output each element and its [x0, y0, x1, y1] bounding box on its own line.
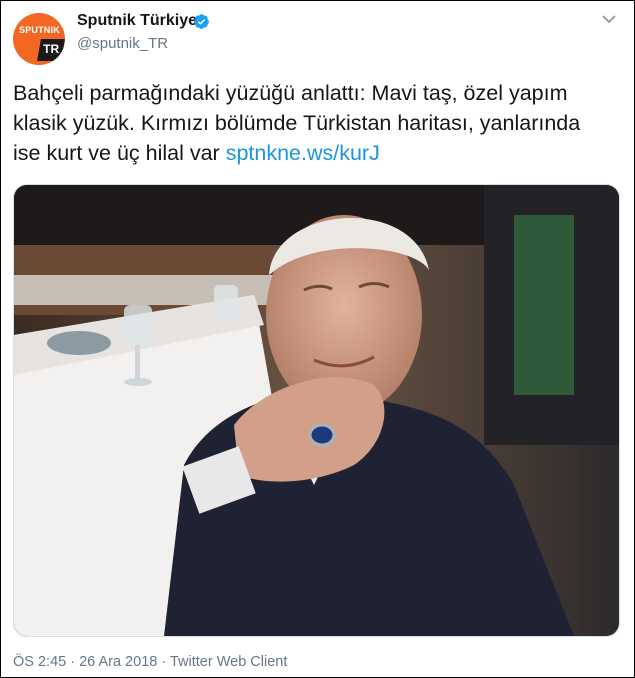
tweet-photo[interactable]: [13, 184, 620, 637]
tweet-client-link[interactable]: Twitter Web Client: [170, 654, 287, 670]
avatar-badge-text: TR: [43, 42, 60, 56]
tweet-meta: ÖS 2:45 · 26 Ara 2018 · Twitter Web Clie…: [13, 654, 287, 670]
avatar-badge: TR: [37, 39, 65, 61]
verified-badge-icon: [194, 14, 209, 29]
meta-separator: ·: [70, 654, 76, 670]
avatar[interactable]: SPUTNIK TR: [13, 13, 65, 65]
tweet-text: Bahçeli parmağındaki yüzüğü anlattı: Mav…: [13, 78, 613, 168]
account-handle[interactable]: @sputnik_TR: [77, 35, 168, 52]
tweet-link[interactable]: sptnkne.ws/kurJ: [226, 141, 380, 165]
photo-illustration: [14, 185, 619, 636]
tweet-time[interactable]: ÖS 2:45: [13, 654, 66, 670]
chevron-down-icon[interactable]: [602, 14, 616, 24]
tweet-date[interactable]: 26 Ara 2018: [79, 654, 157, 670]
account-name[interactable]: Sputnik Türkiye: [77, 12, 197, 30]
avatar-logo-text: SPUTNIK: [19, 25, 60, 35]
meta-separator: ·: [161, 654, 167, 670]
